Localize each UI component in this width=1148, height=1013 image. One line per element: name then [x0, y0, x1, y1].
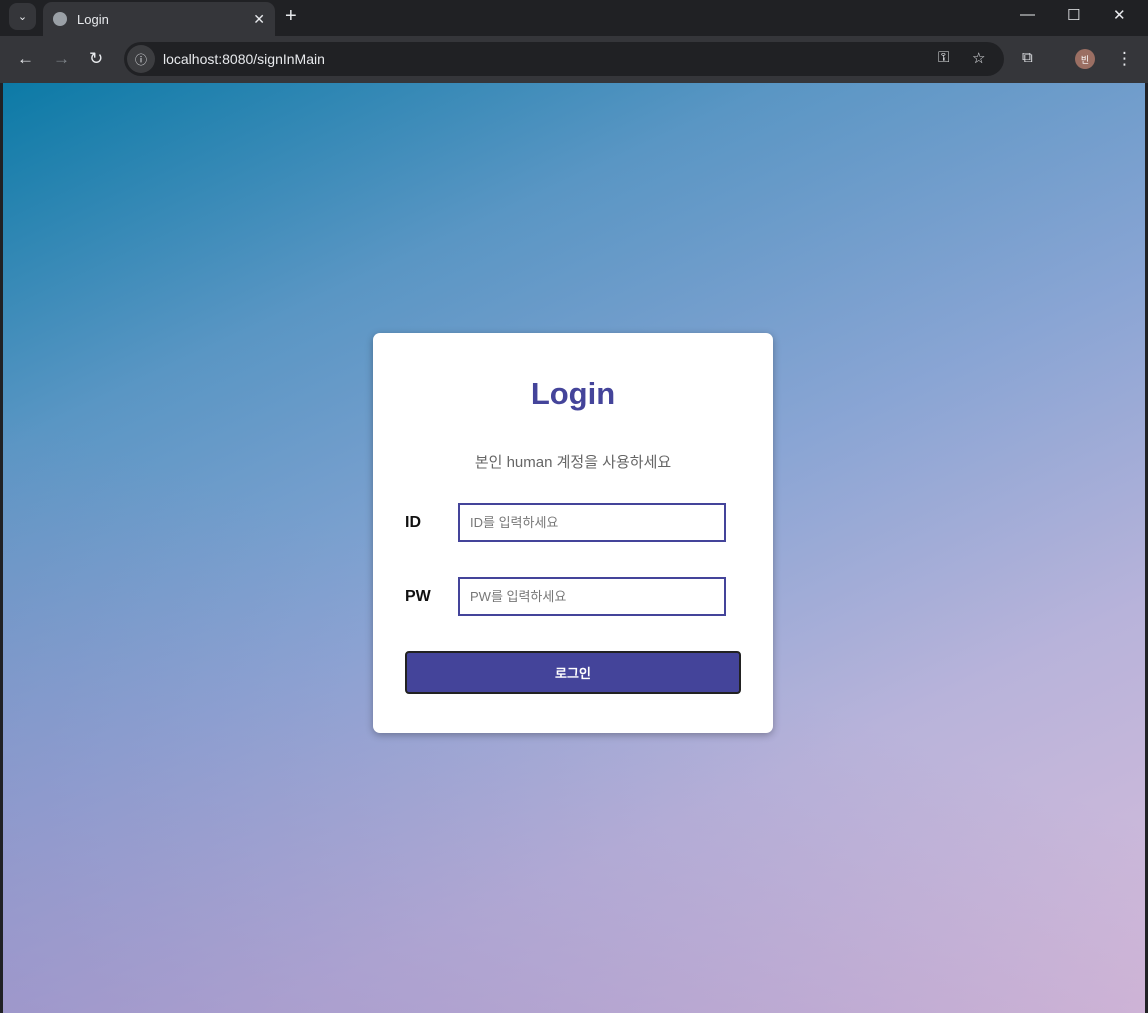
id-label: ID [405, 514, 421, 531]
address-bar[interactable]: ⓘ localhost:8080/signInMain ⚿ ☆ [124, 42, 1004, 76]
close-window-icon[interactable]: ✕ [1113, 6, 1126, 24]
page-background: Login 본인 human 계정을 사용하세요 ID PW 로그인 [3, 83, 1145, 1013]
site-info-icon[interactable]: ⓘ [127, 45, 155, 73]
tab-search-button[interactable]: ⌄ [9, 3, 36, 30]
id-input[interactable] [458, 503, 726, 542]
url-text[interactable]: localhost:8080/signInMain [163, 51, 325, 67]
avatar[interactable]: 빈 [1075, 49, 1095, 69]
login-card: Login 본인 human 계정을 사용하세요 ID PW 로그인 [373, 333, 773, 733]
minimize-icon[interactable]: — [1020, 6, 1035, 23]
tab-strip: ⌄ Login ✕ + — ☐ ✕ [0, 0, 1148, 36]
subtitle: 본인 human 계정을 사용하세요 [474, 454, 672, 471]
login-button[interactable]: 로그인 [405, 651, 741, 694]
back-icon[interactable]: ← [17, 49, 34, 69]
tab-title: Login [77, 11, 109, 27]
new-tab-button[interactable]: + [285, 5, 297, 28]
page-title: Login [530, 376, 616, 411]
reload-icon[interactable]: ↻ [89, 49, 103, 69]
chevron-down-icon: ⌄ [17, 11, 28, 23]
globe-icon [53, 12, 67, 26]
menu-icon[interactable]: ⋮ [1116, 49, 1133, 69]
extensions-icon[interactable]: ⧉ [1022, 49, 1033, 66]
key-icon[interactable]: ⚿ [938, 49, 949, 66]
star-icon[interactable]: ☆ [972, 49, 985, 67]
close-tab-icon[interactable]: ✕ [253, 11, 265, 28]
browser-toolbar: ← → ↻ ⓘ localhost:8080/signInMain ⚿ ☆ ⧉ … [0, 36, 1148, 83]
forward-icon[interactable]: → [53, 49, 70, 69]
maximize-icon[interactable]: ☐ [1067, 6, 1080, 24]
pw-input[interactable] [458, 577, 726, 616]
pw-label: PW [405, 588, 431, 605]
tab-login[interactable]: Login ✕ [43, 2, 275, 36]
